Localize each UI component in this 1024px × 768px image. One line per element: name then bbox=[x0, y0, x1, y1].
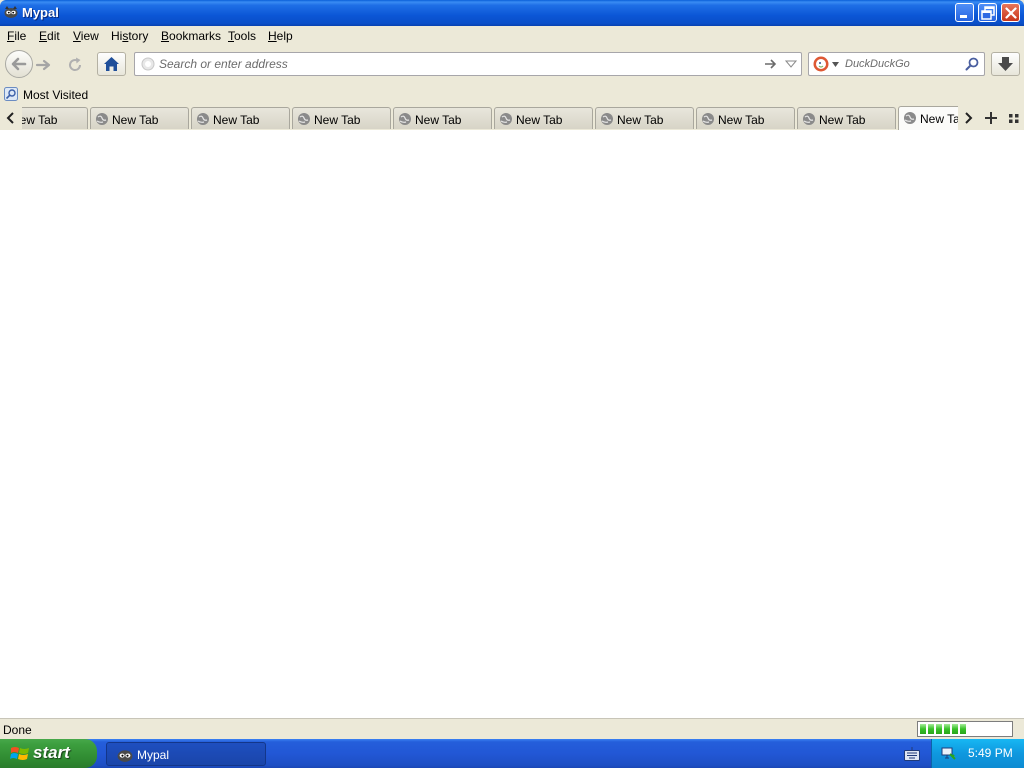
tab-globe-icon bbox=[96, 113, 108, 125]
keyboard-language-icon[interactable] bbox=[904, 747, 920, 761]
go-arrow-icon[interactable] bbox=[764, 57, 778, 71]
progress-segment bbox=[920, 724, 926, 734]
tab-label: New Tab bbox=[22, 113, 58, 127]
search-bar[interactable] bbox=[808, 52, 985, 76]
bookmark-most-visited[interactable]: Most Visited bbox=[23, 88, 88, 102]
network-tray-icon[interactable] bbox=[940, 745, 956, 761]
tab[interactable]: New Tab bbox=[696, 107, 795, 129]
taskbar-item-label: Mypal bbox=[137, 748, 170, 762]
address-input[interactable] bbox=[159, 55, 749, 73]
progress-segment bbox=[928, 724, 934, 734]
windows-taskbar: start Mypal 5:49 PM bbox=[0, 739, 1024, 768]
tab-selected[interactable]: New Tab bbox=[898, 106, 958, 130]
home-button[interactable] bbox=[97, 52, 126, 76]
menu-history[interactable]: History bbox=[111, 29, 148, 43]
menu-help[interactable]: Help bbox=[268, 29, 293, 43]
tab[interactable]: New Tab bbox=[90, 107, 189, 129]
tab-globe-icon bbox=[904, 112, 916, 124]
menu-bar: File Edit View History Bookmarks Tools H… bbox=[0, 26, 1024, 46]
back-arrow-icon bbox=[11, 57, 27, 71]
loading-progress-bar bbox=[917, 721, 1013, 737]
tab-label: New Tab bbox=[112, 113, 159, 127]
downloads-button[interactable] bbox=[991, 52, 1020, 76]
forward-arrow-icon[interactable] bbox=[34, 55, 54, 75]
download-arrow-icon bbox=[998, 57, 1013, 71]
close-button[interactable] bbox=[1001, 3, 1020, 22]
tab-scroll-left-icon[interactable] bbox=[0, 106, 22, 130]
list-all-tabs-icon[interactable] bbox=[1004, 108, 1024, 128]
progress-segment bbox=[944, 724, 950, 734]
tab-label: New Tab bbox=[920, 112, 958, 126]
reload-icon[interactable] bbox=[64, 54, 86, 76]
mypal-icon bbox=[117, 750, 133, 762]
home-icon bbox=[104, 57, 119, 71]
minimize-button[interactable] bbox=[955, 3, 974, 22]
history-dropdown-icon[interactable] bbox=[785, 58, 797, 70]
progress-fill bbox=[920, 724, 968, 734]
menu-file[interactable]: File bbox=[7, 29, 26, 43]
tab-label: New Tab bbox=[213, 113, 260, 127]
tab-globe-icon bbox=[298, 113, 310, 125]
progress-segment bbox=[960, 724, 966, 734]
minimize-icon bbox=[960, 15, 967, 18]
tab-label: New Tab bbox=[617, 113, 664, 127]
tab[interactable]: New Tab bbox=[22, 107, 88, 129]
tab-globe-icon bbox=[601, 113, 613, 125]
tabs-container: New Tab New Tab New Tab New Tab New Tab … bbox=[22, 106, 958, 130]
tab-globe-icon bbox=[399, 113, 411, 125]
tab-globe-icon bbox=[803, 113, 815, 125]
tab-globe-icon bbox=[702, 113, 714, 125]
tab[interactable]: New Tab bbox=[494, 107, 593, 129]
restore-icon bbox=[981, 6, 995, 20]
status-text: Done bbox=[3, 723, 32, 737]
window-title: Mypal bbox=[22, 5, 59, 20]
navigation-toolbar bbox=[0, 46, 1024, 84]
search-input[interactable] bbox=[845, 55, 960, 73]
menu-view[interactable]: View bbox=[73, 29, 99, 43]
restore-button[interactable] bbox=[978, 3, 997, 22]
tab-scroll-right-icon[interactable] bbox=[958, 106, 978, 130]
tab-label: New Tab bbox=[415, 113, 462, 127]
close-icon bbox=[1005, 7, 1017, 19]
tab-globe-icon bbox=[500, 113, 512, 125]
tab[interactable]: New Tab bbox=[797, 107, 896, 129]
system-tray: 5:49 PM bbox=[931, 739, 1024, 768]
tab[interactable]: New Tab bbox=[292, 107, 391, 129]
menu-edit[interactable]: Edit bbox=[39, 29, 60, 43]
search-engine-dropdown-icon[interactable] bbox=[832, 62, 839, 67]
progress-segment bbox=[952, 724, 958, 734]
tab-label: New Tab bbox=[314, 113, 361, 127]
tab-strip: New Tab New Tab New Tab New Tab New Tab … bbox=[0, 106, 1024, 130]
tab-globe-icon bbox=[197, 113, 209, 125]
page-content-area[interactable] bbox=[0, 130, 1024, 718]
page-identity-icon bbox=[141, 57, 155, 71]
tab[interactable]: New Tab bbox=[191, 107, 290, 129]
start-label: start bbox=[33, 743, 70, 762]
tab[interactable]: New Tab bbox=[595, 107, 694, 129]
menu-bookmarks[interactable]: Bookmarks bbox=[161, 29, 221, 43]
address-bar[interactable] bbox=[134, 52, 802, 76]
mypal-app-icon bbox=[4, 6, 18, 18]
bookmarks-toolbar: Most Visited bbox=[0, 84, 1024, 106]
taskbar-item-mypal[interactable]: Mypal bbox=[106, 742, 266, 766]
progress-segment bbox=[936, 724, 942, 734]
search-icon[interactable] bbox=[965, 57, 979, 71]
clock: 5:49 PM bbox=[968, 746, 1013, 760]
window-titlebar[interactable]: Mypal bbox=[0, 0, 1024, 26]
menu-tools[interactable]: Tools bbox=[228, 29, 256, 43]
start-button[interactable]: start bbox=[0, 739, 97, 768]
most-visited-icon bbox=[4, 87, 18, 101]
status-bar: Done bbox=[0, 718, 1024, 739]
windows-logo-icon bbox=[10, 747, 29, 760]
tab-label: New Tab bbox=[516, 113, 563, 127]
tab-label: New Tab bbox=[819, 113, 866, 127]
duckduckgo-icon[interactable] bbox=[813, 56, 829, 72]
back-button[interactable] bbox=[5, 50, 33, 78]
tab-label: New Tab bbox=[718, 113, 765, 127]
new-tab-plus-icon[interactable] bbox=[981, 108, 1001, 128]
tab[interactable]: New Tab bbox=[393, 107, 492, 129]
